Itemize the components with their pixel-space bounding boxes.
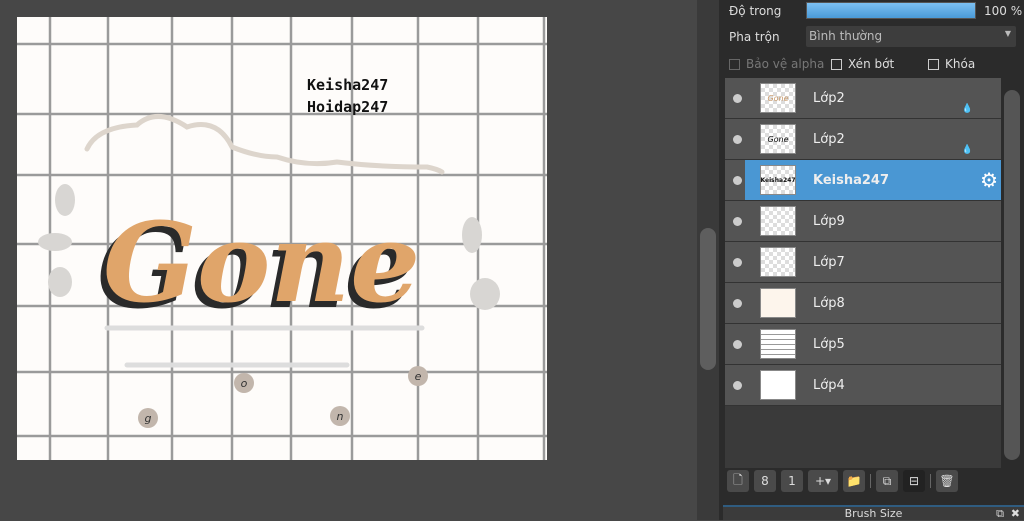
- opacity-slider[interactable]: [806, 2, 976, 19]
- layer-list: Gone Lớp2 💧 Gone Lớp2 💧 Keisha247 Keisha247 ⚙ …: [725, 78, 1001, 468]
- visibility-icon[interactable]: [733, 217, 742, 226]
- layer-item[interactable]: Lớp5: [725, 324, 1001, 365]
- layer-item[interactable]: Gone Lớp2 💧: [725, 119, 1001, 160]
- artwork: Gone Gone Keisha247 Hoidap247 g o n e: [17, 17, 547, 460]
- opacity-lock-icon: 💧: [961, 145, 973, 155]
- close-icon[interactable]: ✖: [1011, 507, 1020, 520]
- title-lettering: Gone: [103, 198, 420, 327]
- chevron-down-icon: ▼: [1004, 29, 1011, 38]
- canvas-scrollbar-thumb[interactable]: [700, 228, 716, 370]
- lock-checkbox[interactable]: Khóa: [928, 57, 975, 71]
- layer-name: Lớp9: [813, 213, 845, 229]
- layer-thumbnail: Gone: [760, 124, 796, 154]
- gear-icon[interactable]: ⚙: [980, 168, 998, 192]
- layer-name: Lớp2: [813, 131, 845, 147]
- layer-item[interactable]: Lớp9: [725, 201, 1001, 242]
- visibility-icon[interactable]: [733, 381, 742, 390]
- clip-label: Xén bớt: [848, 57, 895, 71]
- merge-layer-button[interactable]: ⊟: [903, 470, 925, 492]
- brush-size-panel-header: Brush Size ⧉ ✖: [723, 505, 1024, 520]
- visibility-icon[interactable]: [733, 258, 742, 267]
- protect-alpha-label: Bảo vệ alpha: [746, 57, 825, 71]
- layer-item-selected[interactable]: Keisha247 Keisha247 ⚙: [745, 160, 1001, 201]
- visibility-icon[interactable]: [733, 299, 742, 308]
- visibility-icon[interactable]: [733, 176, 742, 185]
- letter-g: g: [145, 412, 152, 425]
- letter-n: n: [337, 410, 344, 423]
- visibility-icon[interactable]: [733, 340, 742, 349]
- opacity-value: 100 %: [984, 4, 1023, 18]
- new-folder-button[interactable]: 📁: [843, 470, 865, 492]
- letter-e: e: [415, 370, 422, 383]
- layer-thumbnail: [760, 329, 796, 359]
- layer-name: Lớp2: [813, 90, 845, 106]
- layer-name: Lớp7: [813, 254, 845, 270]
- delete-layer-button[interactable]: 🗑: [936, 470, 958, 492]
- layer-name: Lớp4: [813, 377, 845, 393]
- divider: [930, 474, 931, 488]
- canvas-area[interactable]: Gone Gone Keisha247 Hoidap247 g o n e: [0, 0, 697, 520]
- layer-item[interactable]: Lớp7: [725, 242, 1001, 283]
- letter-o: o: [241, 377, 248, 390]
- lock-label: Khóa: [945, 57, 976, 71]
- layer-thumbnail: Gone: [760, 83, 796, 113]
- layer-name: Lớp8: [813, 295, 845, 311]
- layer-thumbnail: [760, 288, 796, 318]
- layer-thumbnail: [760, 247, 796, 277]
- clip-checkbox[interactable]: Xén bớt: [831, 57, 894, 71]
- canvas-scrollbar[interactable]: [697, 0, 719, 520]
- layer-thumbnail: [760, 370, 796, 400]
- new-8bit-layer-button[interactable]: 8: [754, 470, 776, 492]
- popout-icon[interactable]: ⧉: [996, 507, 1004, 521]
- layer-scrollbar-thumb[interactable]: [1004, 90, 1020, 460]
- opacity-lock-icon: 💧: [961, 104, 973, 114]
- blend-mode-select[interactable]: Bình thường ▼: [806, 26, 1016, 47]
- divider: [870, 474, 871, 488]
- layer-item[interactable]: Lớp8: [725, 283, 1001, 324]
- layer-indent: [725, 160, 745, 201]
- new-layer-button[interactable]: 🗋: [727, 470, 749, 492]
- watermark-line-1: Keisha247: [307, 76, 388, 94]
- watermark-line-2: Hoidap247: [307, 98, 388, 116]
- layer-name: Keisha247: [813, 172, 890, 188]
- layer-toolbar: 🗋 8 1 +▾ 📁 ⧉ ⊟ 🗑: [727, 470, 958, 492]
- new-1bit-layer-button[interactable]: 1: [781, 470, 803, 492]
- layer-thumbnail: Keisha247: [760, 165, 796, 195]
- artwork-canvas[interactable]: Gone Gone Keisha247 Hoidap247 g o n e: [17, 17, 547, 460]
- layer-scrollbar[interactable]: [1001, 78, 1023, 468]
- layer-item[interactable]: Lớp4: [725, 365, 1001, 406]
- visibility-icon[interactable]: [733, 135, 742, 144]
- blend-label: Pha trộn: [729, 30, 780, 44]
- visibility-icon[interactable]: [733, 94, 742, 103]
- layer-item[interactable]: Gone Lớp2 💧: [725, 78, 1001, 119]
- layer-thumbnail: [760, 206, 796, 236]
- duplicate-layer-button[interactable]: ⧉: [876, 470, 898, 492]
- blend-mode-value: Bình thường: [809, 29, 883, 43]
- layer-panel: Độ trong 100 % Pha trộn Bình thường ▼ Bảo…: [719, 0, 1024, 520]
- layer-name: Lớp5: [813, 336, 845, 352]
- opacity-label: Độ trong: [729, 4, 782, 18]
- brush-size-title: Brush Size: [844, 507, 903, 520]
- protect-alpha-checkbox[interactable]: Bảo vệ alpha: [729, 57, 824, 71]
- add-layer-dropdown-button[interactable]: +▾: [808, 470, 838, 492]
